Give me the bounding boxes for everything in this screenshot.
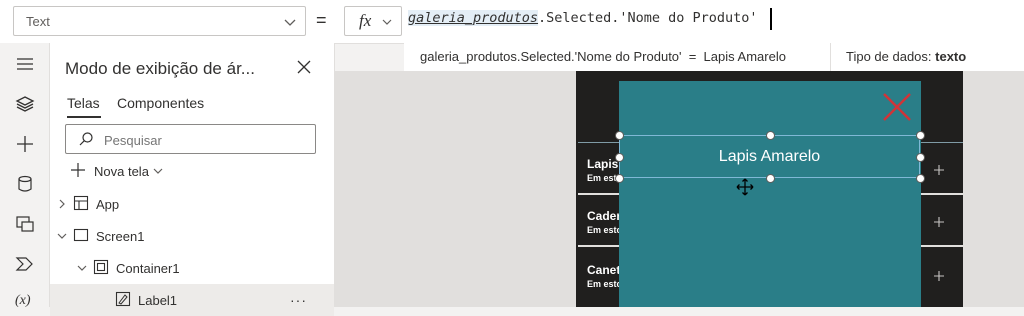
property-dropdown[interactable]: Text [13, 6, 306, 36]
container-icon [93, 259, 109, 275]
add-icon[interactable] [14, 133, 36, 155]
search-input[interactable] [102, 130, 306, 150]
resize-handle[interactable] [766, 174, 775, 183]
property-value: Text [26, 14, 50, 29]
move-cursor-icon [736, 178, 754, 196]
chevron-down-icon [284, 19, 296, 26]
resize-handle[interactable] [615, 131, 624, 140]
tab-componentes[interactable]: Componentes [117, 95, 204, 111]
label1-text: Lapis Amarelo [718, 148, 821, 165]
add-icon[interactable] [932, 163, 946, 177]
resize-handle[interactable] [916, 131, 925, 140]
panel-title: Modo de exibição de ár... [65, 59, 255, 78]
equals-sign: = [316, 10, 327, 30]
formula-result: galeria_produtos.Selected.'Nome do Produ… [420, 49, 786, 64]
active-tab-indicator [67, 116, 101, 118]
close-icon[interactable] [881, 91, 913, 123]
resize-handle[interactable] [615, 174, 624, 183]
tab-telas[interactable]: Telas [67, 95, 100, 111]
tree-item-app[interactable]: App [50, 188, 334, 220]
close-icon[interactable] [296, 59, 312, 75]
add-icon[interactable] [932, 269, 946, 283]
gallery-item-title: Cader [587, 209, 622, 223]
more-options-icon[interactable]: ··· [290, 292, 307, 308]
data-type-value: texto [935, 49, 967, 64]
formula-rest: .Selected.'Nome do Produto' [538, 10, 758, 26]
gallery-item-subtitle: Em esto [587, 279, 623, 289]
gallery-item-title: Lapis [587, 157, 619, 171]
database-icon[interactable] [14, 173, 36, 195]
tree-item-container1[interactable]: Container1 [50, 252, 334, 284]
add-icon[interactable] [932, 215, 946, 229]
resize-handle[interactable] [916, 174, 925, 183]
chevron-down-icon [382, 19, 392, 25]
chevron-down-icon[interactable] [76, 262, 88, 274]
container1[interactable] [619, 81, 921, 307]
left-rail: (x) [0, 43, 50, 308]
resize-handle[interactable] [916, 153, 925, 162]
power-automate-icon[interactable] [14, 253, 36, 275]
resize-handle[interactable] [615, 153, 624, 162]
tree-item-label: Container1 [116, 261, 180, 276]
formula-identifier: galeria_produtos [408, 10, 539, 26]
media-icon[interactable] [14, 213, 36, 235]
formula-input[interactable]: galeria_produtos.Selected.'Nome do Produ… [408, 10, 758, 26]
search-icon [79, 132, 93, 146]
screen-icon [73, 228, 89, 242]
data-type: Tipo de dados: texto [846, 49, 966, 64]
add-icon [71, 163, 85, 177]
hamburger-menu-icon[interactable] [14, 53, 36, 75]
search-box[interactable] [65, 124, 316, 154]
label-icon [115, 291, 131, 307]
chevron-right-icon[interactable] [56, 198, 68, 210]
resize-handle[interactable] [766, 131, 775, 140]
data-type-label: Tipo de dados: [846, 49, 936, 64]
layers-icon[interactable] [14, 93, 36, 115]
fx-button[interactable]: fx [344, 6, 402, 36]
tree-item-screen1[interactable]: Screen1 [50, 220, 334, 252]
new-screen-label: Nova tela [94, 164, 149, 179]
app-icon [73, 195, 89, 211]
fx-label: fx [359, 11, 372, 30]
chevron-down-icon [153, 168, 163, 174]
tree-item-label: Label1 [138, 293, 178, 308]
text-cursor [770, 8, 772, 30]
tree-view-panel: Modo de exibição de ár... Telas Componen… [50, 43, 335, 316]
formula-result-bar: galeria_produtos.Selected.'Nome do Produ… [404, 43, 1024, 72]
tree-item-label: Screen1 [96, 229, 145, 244]
divider [830, 43, 831, 71]
tree-item-label: App [96, 197, 120, 212]
chevron-down-icon[interactable] [56, 230, 68, 242]
gallery-item-subtitle: Em esto [587, 225, 623, 235]
